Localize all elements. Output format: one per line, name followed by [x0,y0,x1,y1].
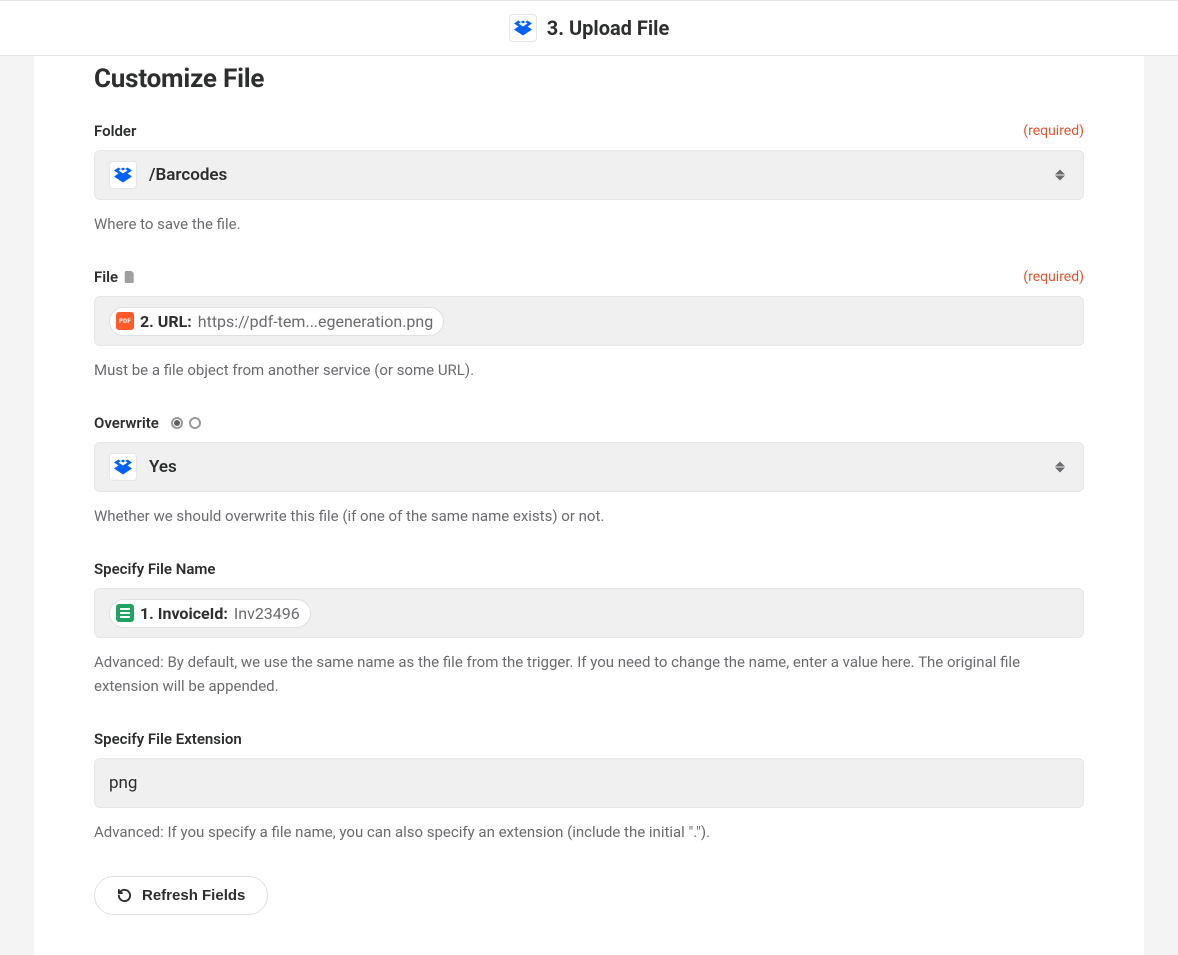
dropbox-icon [109,453,137,481]
step-header: 3. Upload File [0,0,1178,56]
field-extension: Specify File Extension png Advanced: If … [94,730,1084,844]
dropbox-icon [109,161,137,189]
sort-caret-icon [1055,462,1065,473]
field-filename: Specify File Name 1. InvoiceId: Inv23496… [94,560,1084,698]
filename-value-pill[interactable]: 1. InvoiceId: Inv23496 [109,599,311,628]
app-icon-wrap [509,14,537,42]
radio-selected-icon [171,417,183,429]
overwrite-value: Yes [149,457,177,477]
file-label: File [94,268,136,286]
extension-value: png [109,773,137,793]
overwrite-label: Overwrite [94,414,201,432]
file-helper: Must be a file object from another servi… [94,358,1084,382]
folder-helper: Where to save the file. [94,212,1084,236]
file-value-pill[interactable]: PDF 2. URL: https://pdf-tem...egeneratio… [109,307,444,336]
filename-input[interactable]: 1. InvoiceId: Inv23496 [94,588,1084,638]
extension-helper: Advanced: If you specify a file name, yo… [94,820,1084,844]
section-heading: Customize File [94,64,1084,94]
sort-caret-icon [1055,170,1065,181]
folder-label: Folder [94,122,136,140]
extension-input[interactable]: png [94,758,1084,808]
file-type-icon [124,271,136,283]
required-indicator: (required) [1023,269,1084,285]
required-indicator: (required) [1023,123,1084,139]
spreadsheet-icon [116,604,134,622]
extension-label: Specify File Extension [94,730,242,748]
filename-label: Specify File Name [94,560,216,578]
overwrite-radio-icons [171,417,201,429]
field-folder: Folder (required) /Barcodes Where to sav… [94,122,1084,236]
field-file: File (required) PDF 2. URL: https://pdf-… [94,268,1084,382]
step-title: 3. Upload File [547,16,670,40]
field-overwrite: Overwrite Yes Whether we should overwrit… [94,414,1084,528]
refresh-fields-button[interactable]: Refresh Fields [94,876,268,915]
file-input[interactable]: PDF 2. URL: https://pdf-tem...egeneratio… [94,296,1084,346]
folder-select[interactable]: /Barcodes [94,150,1084,200]
dropbox-icon [514,20,532,36]
filename-helper: Advanced: By default, we use the same na… [94,650,1084,698]
pdf-icon: PDF [116,312,134,330]
refresh-icon [117,888,132,903]
form-panel: Customize File Folder (required) /Barcod… [34,56,1144,955]
overwrite-select[interactable]: Yes [94,442,1084,492]
folder-value: /Barcodes [149,165,227,185]
overwrite-helper: Whether we should overwrite this file (i… [94,504,1084,528]
radio-unselected-icon [189,417,201,429]
